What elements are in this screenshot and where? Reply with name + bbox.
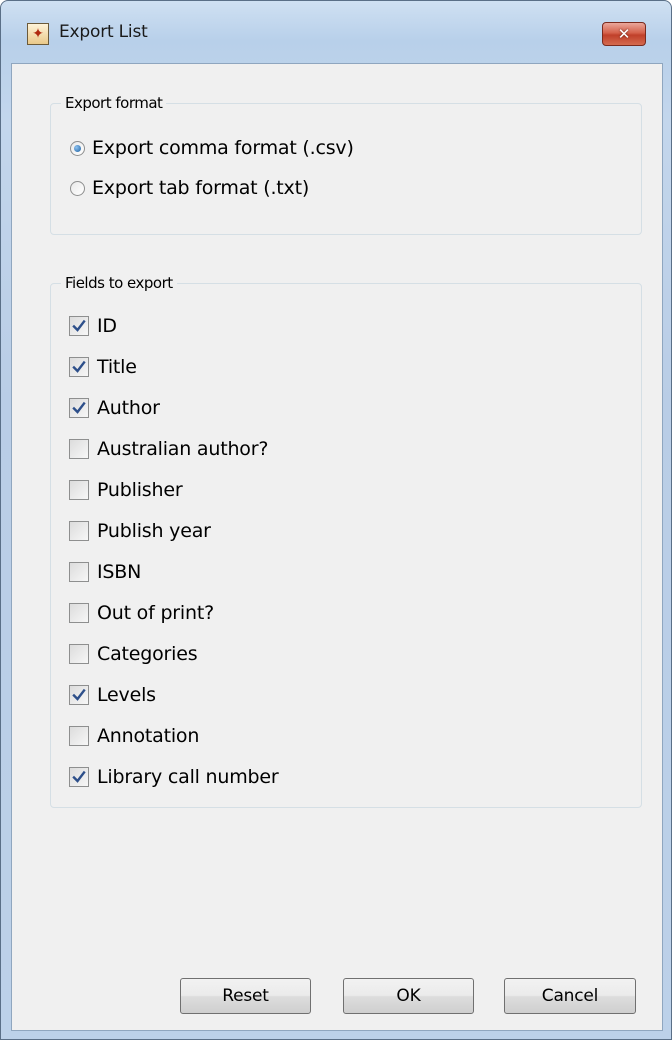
checkbox-library-call-number-label: Library call number — [97, 766, 279, 788]
checkbox-out-of-print-box[interactable] — [69, 603, 89, 623]
checkbox-publisher[interactable]: Publisher — [69, 479, 183, 501]
checkmark-icon — [72, 688, 86, 701]
checkbox-annotation-box[interactable] — [69, 726, 89, 746]
cancel-button[interactable]: Cancel — [504, 978, 636, 1014]
checkbox-id-box[interactable] — [69, 316, 89, 336]
export-list-dialog: ✦ Export List ✕ Export format Export com… — [0, 0, 672, 1040]
title-bar[interactable]: ✦ Export List ✕ — [1, 1, 671, 61]
checkbox-levels[interactable]: Levels — [69, 684, 156, 706]
export-format-group: Export format — [50, 94, 642, 235]
app-icon[interactable]: ✦ — [27, 23, 49, 45]
export-format-legend: Export format — [65, 94, 163, 112]
checkbox-publish-year-box[interactable] — [69, 521, 89, 541]
fields-to-export-legend: Fields to export — [65, 274, 173, 292]
close-button[interactable]: ✕ — [602, 22, 646, 46]
checkbox-library-call-number-box[interactable] — [69, 767, 89, 787]
radio-csv-label: Export comma format (.csv) — [92, 137, 354, 159]
checkbox-australian-author-box[interactable] — [69, 439, 89, 459]
checkbox-publish-year-label: Publish year — [97, 520, 211, 542]
checkmark-icon — [72, 770, 86, 783]
radio-txt-label: Export tab format (.txt) — [92, 177, 310, 199]
dialog-body: Export format Export comma format (.csv)… — [11, 63, 663, 1031]
checkbox-isbn-box[interactable] — [69, 562, 89, 582]
checkbox-annotation[interactable]: Annotation — [69, 725, 199, 747]
checkbox-isbn[interactable]: ISBN — [69, 561, 141, 583]
checkbox-title-label: Title — [97, 356, 137, 378]
checkbox-publisher-box[interactable] — [69, 480, 89, 500]
ok-button[interactable]: OK — [343, 978, 474, 1014]
checkbox-author-label: Author — [97, 397, 160, 419]
checkbox-out-of-print[interactable]: Out of print? — [69, 602, 214, 624]
radio-csv[interactable]: Export comma format (.csv) — [70, 137, 354, 159]
checkmark-icon — [72, 401, 86, 414]
checkbox-publisher-label: Publisher — [97, 479, 183, 501]
checkbox-title-box[interactable] — [69, 357, 89, 377]
checkbox-library-call-number[interactable]: Library call number — [69, 766, 279, 788]
checkbox-categories[interactable]: Categories — [69, 643, 198, 665]
checkbox-isbn-label: ISBN — [97, 561, 142, 583]
checkbox-categories-label: Categories — [97, 643, 198, 665]
radio-txt-indicator[interactable] — [70, 180, 85, 196]
radio-csv-indicator[interactable] — [70, 140, 85, 156]
checkbox-id-label: ID — [97, 315, 117, 337]
window-title: Export List — [59, 22, 148, 42]
checkbox-author[interactable]: Author — [69, 397, 160, 419]
reset-button[interactable]: Reset — [180, 978, 311, 1014]
checkbox-levels-box[interactable] — [69, 685, 89, 705]
checkmark-icon — [72, 319, 86, 332]
checkbox-author-box[interactable] — [69, 398, 89, 418]
checkbox-australian-author[interactable]: Australian author? — [69, 438, 268, 460]
checkmark-icon — [72, 360, 86, 373]
checkbox-categories-box[interactable] — [69, 644, 89, 664]
checkbox-id[interactable]: ID — [69, 315, 117, 337]
radio-txt[interactable]: Export tab format (.txt) — [70, 177, 309, 199]
close-icon: ✕ — [617, 25, 631, 43]
checkbox-out-of-print-label: Out of print? — [97, 602, 214, 624]
checkbox-levels-label: Levels — [97, 684, 156, 706]
checkbox-annotation-label: Annotation — [97, 725, 200, 747]
checkbox-title[interactable]: Title — [69, 356, 137, 378]
checkbox-australian-author-label: Australian author? — [97, 438, 269, 460]
checkbox-publish-year[interactable]: Publish year — [69, 520, 211, 542]
